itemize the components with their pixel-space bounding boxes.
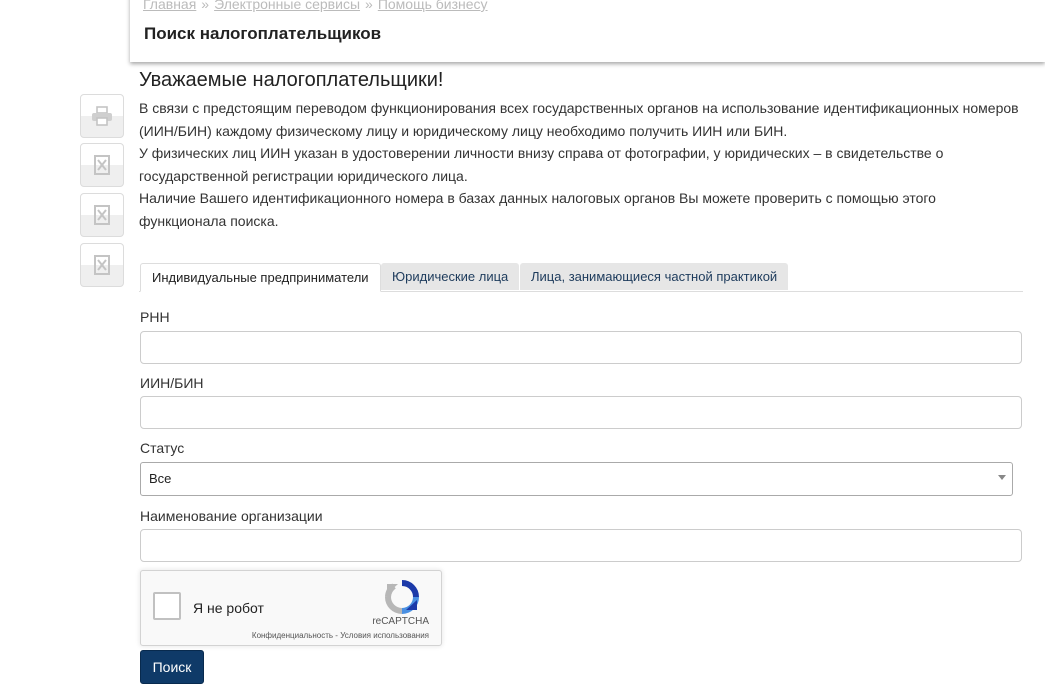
intro-text: В связи с предстоящим переводом функцион… bbox=[139, 97, 1023, 232]
intro-paragraph-2: У физических лиц ИИН указан в удостовере… bbox=[139, 145, 944, 184]
tab-private-practice[interactable]: Лица, занимающиеся частной практикой bbox=[520, 263, 789, 290]
page-title: Поиск налогоплательщиков bbox=[144, 24, 382, 43]
status-selected-value: Все bbox=[149, 471, 172, 486]
recaptcha-widget: Я не робот reCAPTCHA Конфиденциальность … bbox=[140, 570, 442, 646]
recaptcha-link-separator: - bbox=[335, 631, 338, 640]
excel-icon bbox=[94, 155, 110, 175]
org-name-label: Наименование организации bbox=[140, 508, 323, 524]
status-label: Статус bbox=[140, 440, 185, 456]
chevron-down-icon bbox=[998, 475, 1006, 480]
recaptcha-links: Конфиденциальность - Условия использован… bbox=[252, 631, 429, 640]
recaptcha-brand: reCAPTCHA bbox=[372, 616, 429, 627]
breadcrumb-eservices[interactable]: Электронные сервисы bbox=[214, 0, 360, 12]
recaptcha-checkbox[interactable] bbox=[153, 592, 181, 620]
breadcrumb-separator: » bbox=[365, 0, 373, 12]
intro-paragraph-1: В связи с предстоящим переводом функцион… bbox=[139, 100, 1019, 139]
recaptcha-privacy-link[interactable]: Конфиденциальность bbox=[252, 631, 333, 640]
recaptcha-label: Я не робот bbox=[193, 600, 264, 616]
org-name-input[interactable] bbox=[140, 529, 1022, 562]
tab-individual-entrepreneurs[interactable]: Индивидуальные предприниматели bbox=[140, 263, 381, 292]
printer-icon bbox=[92, 106, 112, 126]
excel-icon bbox=[94, 255, 110, 275]
recaptcha-logo-icon bbox=[385, 580, 419, 614]
taxpayer-type-tabs: Индивидуальные предприниматели Юридическ… bbox=[139, 263, 1023, 292]
page-header: Главная » Электронные сервисы » Помощь бизне… bbox=[130, 0, 1045, 62]
rnn-label: РНН bbox=[140, 309, 170, 325]
iin-bin-input[interactable] bbox=[140, 396, 1022, 429]
export-excel-button-2[interactable] bbox=[80, 193, 124, 237]
excel-icon bbox=[94, 205, 110, 225]
breadcrumb-business-help[interactable]: Помощь бизнесу bbox=[378, 0, 488, 12]
intro-paragraph-3: Наличие Вашего идентификационного номера… bbox=[139, 190, 936, 229]
rnn-input[interactable] bbox=[140, 331, 1022, 364]
tab-legal-entities[interactable]: Юридические лица bbox=[381, 263, 520, 290]
recaptcha-terms-link[interactable]: Условия использования bbox=[340, 631, 429, 640]
iin-bin-label: ИИН/БИН bbox=[140, 375, 204, 391]
greeting-heading: Уважаемые налогоплательщики! bbox=[139, 69, 444, 91]
breadcrumb-separator: » bbox=[201, 0, 210, 12]
intro-section: Уважаемые налогоплательщики! В связи с п… bbox=[139, 68, 1023, 232]
search-button[interactable]: Поиск bbox=[140, 650, 204, 684]
export-excel-button-1[interactable] bbox=[80, 143, 124, 187]
breadcrumb: Главная » Электронные сервисы » Помощь бизне… bbox=[143, 0, 488, 12]
print-button[interactable] bbox=[80, 94, 124, 138]
status-select[interactable]: Все bbox=[140, 462, 1013, 496]
export-excel-button-3[interactable] bbox=[80, 243, 124, 287]
breadcrumb-home[interactable]: Главная bbox=[143, 0, 196, 12]
